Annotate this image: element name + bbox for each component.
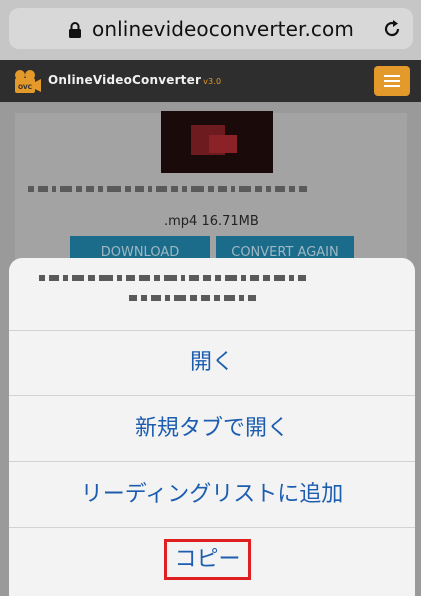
pixelated-link-url [39, 275, 306, 281]
hamburger-icon-line [384, 80, 400, 82]
pixelated-title [28, 186, 307, 192]
copy-highlight-box [164, 539, 251, 580]
file-info: .mp4 16.71MB [164, 214, 259, 229]
site-header: OVC OnlineVideoConverter v3.0 [0, 60, 421, 102]
video-thumbnail [161, 111, 273, 173]
reload-icon[interactable] [381, 18, 403, 40]
open-action[interactable]: 開く [9, 330, 415, 395]
thumbnail-blur [209, 135, 237, 153]
pixelated-link-url-line2 [129, 295, 256, 301]
hamburger-icon-line [384, 85, 400, 87]
svg-text:OVC: OVC [18, 84, 33, 91]
url-text: onlinevideoconverter.com [92, 16, 354, 41]
menu-button[interactable] [374, 66, 410, 96]
film-camera-icon[interactable]: OVC [14, 69, 42, 95]
address-bar[interactable]: onlinevideoconverter.com [9, 8, 413, 49]
open-in-new-tab-action[interactable]: 新規タブで開く [9, 396, 415, 461]
action-sheet: 開く 新規タブで開く リーディングリストに追加 コピー [9, 258, 415, 596]
lock-icon [69, 21, 82, 38]
hamburger-icon [384, 75, 400, 77]
action-sheet-link-preview [9, 258, 415, 330]
separator [9, 527, 415, 528]
brand-name: OnlineVideoConverter [48, 73, 202, 87]
add-to-reading-list-action[interactable]: リーディングリストに追加 [9, 462, 415, 527]
site-brand[interactable]: OnlineVideoConverter v3.0 [48, 73, 221, 87]
browser-toolbar: onlinevideoconverter.com [0, 0, 421, 60]
brand-version: v3.0 [203, 77, 222, 86]
